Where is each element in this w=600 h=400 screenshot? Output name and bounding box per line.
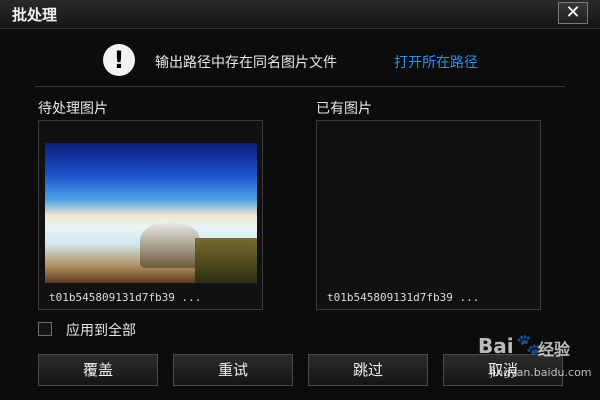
apply-all-checkbox[interactable] bbox=[38, 322, 52, 336]
existing-images-label: 已有图片 bbox=[316, 101, 372, 117]
existing-image-panel: t01b545809131d7fb39 ... bbox=[316, 120, 541, 310]
thumbnail-rock bbox=[140, 223, 200, 268]
divider bbox=[35, 86, 565, 87]
duplicate-notice: ! 输出路径中存在同名图片文件 打开所在路径 bbox=[0, 44, 600, 78]
watermark-brand-tail: 经验 bbox=[538, 340, 571, 359]
pending-image-filename: t01b545809131d7fb39 ... bbox=[49, 291, 202, 304]
exclamation-icon: ! bbox=[103, 44, 135, 76]
pending-images-label: 待处理图片 bbox=[38, 101, 108, 117]
title-bar: 批处理 ✕ bbox=[0, 0, 600, 29]
overwrite-button[interactable]: 覆盖 bbox=[38, 354, 158, 386]
existing-image-filename: t01b545809131d7fb39 ... bbox=[327, 291, 480, 304]
window-title: 批处理 bbox=[12, 6, 58, 24]
thumbnail-shore bbox=[195, 238, 257, 283]
notice-text: 输出路径中存在同名图片文件 bbox=[155, 55, 337, 71]
retry-button[interactable]: 重试 bbox=[173, 354, 293, 386]
watermark-brand: Bai bbox=[478, 334, 514, 358]
skip-button[interactable]: 跳过 bbox=[308, 354, 428, 386]
close-button[interactable]: ✕ bbox=[558, 2, 588, 24]
pending-image-panel: t01b545809131d7fb39 ... bbox=[38, 120, 263, 310]
watermark-url: jingyan.baidu.com bbox=[490, 366, 592, 379]
pending-image-thumbnail[interactable] bbox=[45, 143, 257, 283]
baidu-jingyan-watermark: Bai 🐾 经验 jingyan.baidu.com bbox=[478, 332, 596, 396]
apply-all-label: 应用到全部 bbox=[66, 323, 136, 339]
open-path-link[interactable]: 打开所在路径 bbox=[394, 52, 478, 72]
